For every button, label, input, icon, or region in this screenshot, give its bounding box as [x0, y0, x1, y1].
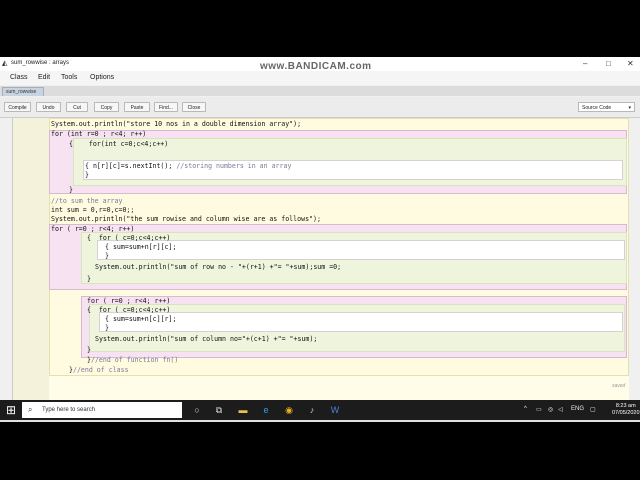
code-line: System.out.println("sum of column no="+(…	[95, 335, 318, 343]
code-line: System.out.println("sum of row no - "+(r…	[95, 263, 342, 271]
network-icon[interactable]: ◎	[548, 406, 553, 413]
menu-edit[interactable]: Edit	[38, 74, 50, 81]
volume-icon[interactable]: ◁	[558, 406, 563, 413]
cut-button[interactable]: Cut	[66, 102, 88, 112]
menu-bar: Class Edit Tools Options	[0, 71, 640, 85]
code-line: for ( r=0 ; r<4; r++)	[87, 297, 171, 305]
code-line: { sum=sum+n[c][r];	[105, 315, 177, 323]
word-icon[interactable]: W	[328, 403, 342, 417]
close-button[interactable]: Close	[182, 102, 206, 112]
code-line: System.out.println("store 10 nos in a do…	[51, 120, 302, 128]
code-line: }	[105, 252, 109, 260]
code-line: }	[87, 346, 91, 354]
close-icon[interactable]: ✕	[627, 59, 634, 68]
bluej-app-icon: ◭	[2, 60, 8, 67]
clock-date: 07/05/2020	[612, 410, 640, 416]
task-view-icon[interactable]: ⧉	[212, 403, 226, 417]
view-mode-select[interactable]: Source Code ▾	[578, 102, 635, 112]
editor-gutter	[13, 118, 49, 419]
code-line: { for(int c=0;c<4;c++)	[69, 140, 169, 148]
code-line: { for ( c=0;c<4;c++)	[87, 306, 171, 314]
taskbar-search-box[interactable]: ⌕ Type here to search	[22, 402, 182, 418]
code-comment: //storing numbers in an array	[176, 162, 292, 170]
battery-icon[interactable]: ▭	[536, 406, 542, 413]
code-editor[interactable]: System.out.println("store 10 nos in a do…	[12, 118, 629, 419]
code-line: }//end of function fn()	[87, 356, 178, 364]
code-line: }	[105, 324, 109, 332]
paste-button[interactable]: Paste	[124, 102, 150, 112]
menu-tools[interactable]: Tools	[61, 74, 77, 81]
view-mode-value: Source Code	[582, 105, 612, 111]
search-icon: ⌕	[28, 405, 33, 414]
saved-status: saved	[612, 383, 626, 389]
cortana-icon[interactable]: ○	[190, 403, 204, 417]
editor-toolbar: Compile Undo Cut Copy Paste Find... Clos…	[0, 97, 640, 118]
code-comment: //to sum the array	[51, 197, 123, 205]
column-sum-statement-scope	[99, 312, 623, 332]
chevron-up-icon[interactable]: ^	[524, 406, 527, 412]
code-comment: //end of class	[72, 366, 129, 374]
compile-button[interactable]: Compile	[4, 102, 31, 112]
system-clock[interactable]: 8:23 am 07/05/2020	[612, 403, 640, 417]
menu-class[interactable]: Class	[10, 74, 28, 81]
maximize-icon[interactable]: □	[606, 59, 611, 68]
file-explorer-icon[interactable]: ▬	[236, 403, 250, 417]
language-indicator[interactable]: ENG	[571, 406, 584, 412]
code-line: }//end of class	[69, 366, 129, 374]
tab-bar: sum_rowwise	[0, 86, 640, 96]
code-line: for ( r=0 ; r<4; r++)	[51, 225, 135, 233]
code-line: for (int r=0 ; r<4; r++)	[51, 130, 147, 138]
find-button[interactable]: Find...	[154, 102, 178, 112]
undo-button[interactable]: Undo	[36, 102, 61, 112]
application-window: ◭ sum_rowwise : arrays www.BANDICAM.com …	[0, 57, 640, 422]
clock-time: 8:23 am	[615, 403, 636, 409]
tab-sum-rowwise[interactable]: sum_rowwise	[2, 87, 44, 96]
menu-options[interactable]: Options	[90, 74, 114, 81]
windows-taskbar: ⊞ ⌕ Type here to search ○ ⧉ ▬ e ◉ ♪ W ^ …	[0, 400, 640, 420]
code-comment: //end of function fn()	[90, 356, 179, 364]
notification-icon[interactable]: ▢	[590, 406, 596, 413]
code-statement: { n[r][c]=s.nextInt();	[85, 162, 177, 170]
code-line: { sum=sum+n[r][c];	[105, 243, 177, 251]
code-line: { for ( c=0;c<4;c++)	[87, 234, 171, 242]
windows-start-icon[interactable]: ⊞	[4, 403, 18, 417]
minimize-icon[interactable]: –	[583, 59, 587, 68]
copy-button[interactable]: Copy	[94, 102, 119, 112]
code-line: }	[85, 171, 89, 179]
code-line: int sum = 0,r=0,c=0;;	[51, 206, 135, 214]
edge-icon[interactable]: e	[259, 403, 273, 417]
search-placeholder: Type here to search	[42, 407, 96, 413]
code-line: }	[69, 186, 73, 194]
bluej-taskbar-icon[interactable]: ♪	[305, 403, 319, 417]
chrome-icon[interactable]: ◉	[282, 403, 296, 417]
code-line: { n[r][c]=s.nextInt(); //storing numbers…	[85, 162, 291, 170]
code-line: System.out.println("the sum rowise and c…	[51, 215, 321, 223]
window-title: sum_rowwise : arrays	[11, 60, 70, 66]
chevron-down-icon: ▾	[628, 105, 631, 111]
code-line: }	[87, 275, 91, 283]
title-bar: ◭ sum_rowwise : arrays www.BANDICAM.com …	[0, 57, 640, 72]
